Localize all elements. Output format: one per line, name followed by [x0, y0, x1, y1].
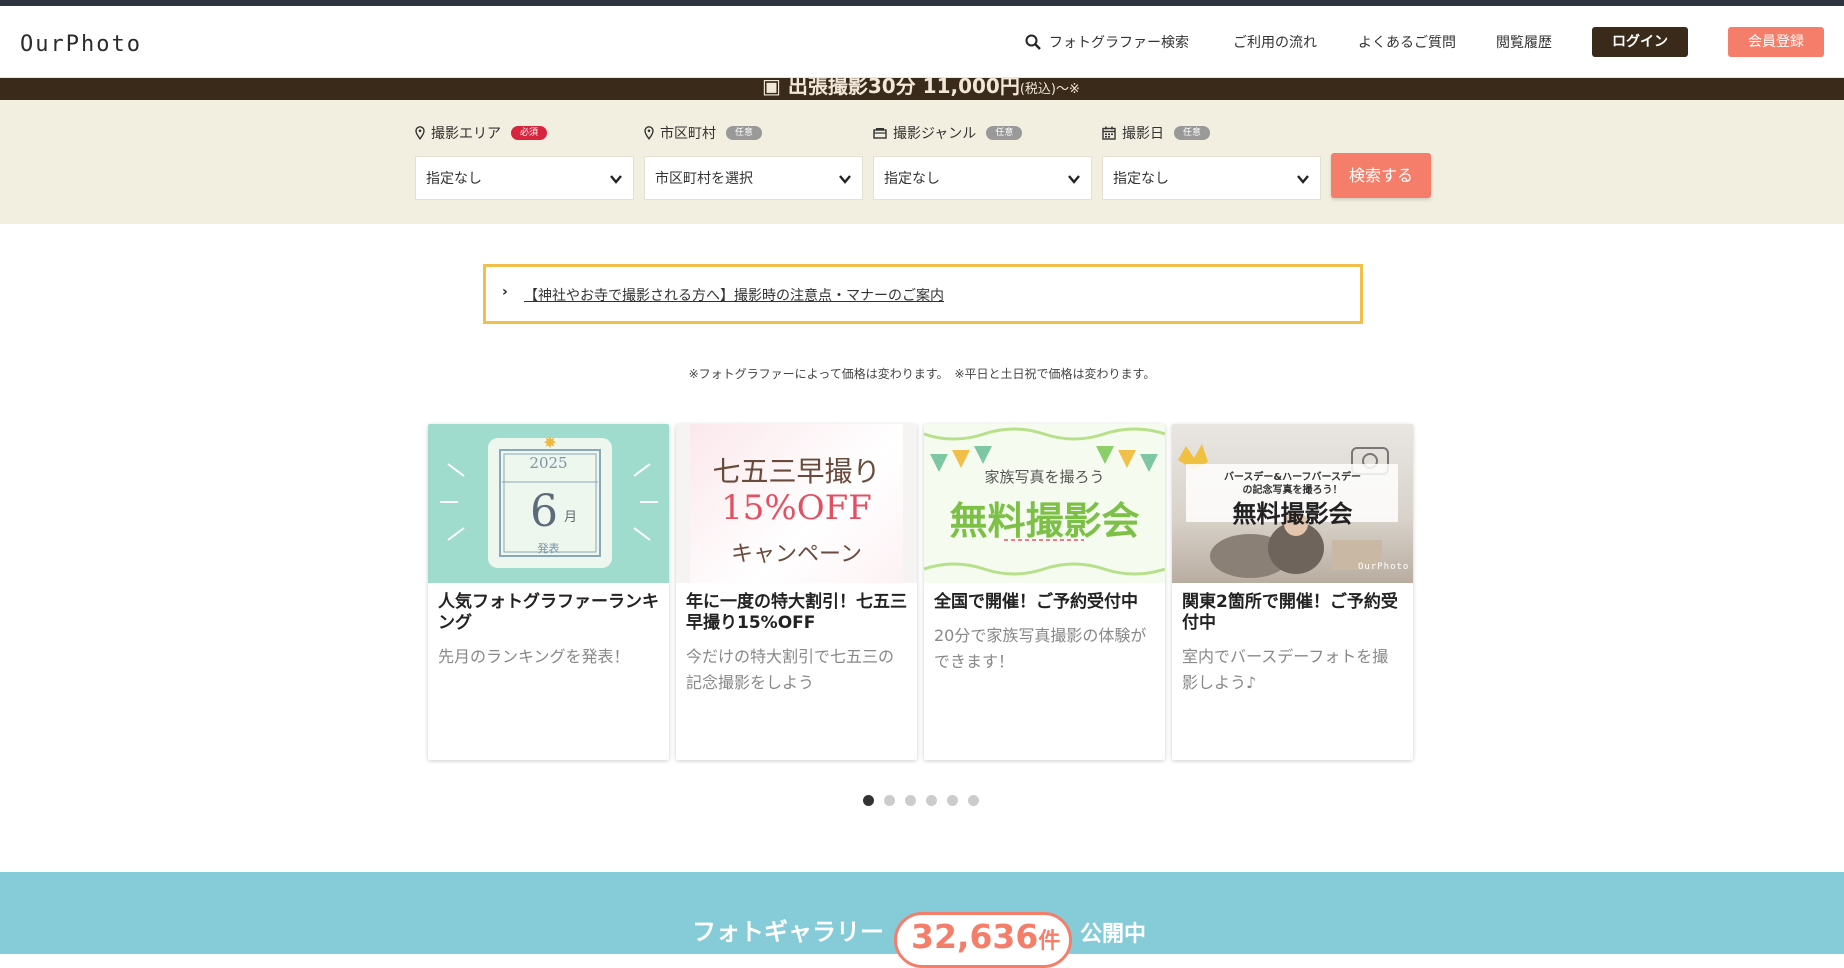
optional-badge: 任意: [1174, 126, 1211, 140]
date-select[interactable]: 指定なし: [1102, 156, 1321, 200]
nav-label: フォトグラファー検索: [1049, 35, 1189, 51]
optional-badge: 任意: [986, 126, 1023, 140]
chevron-down-icon: [1297, 175, 1309, 184]
city-select[interactable]: 市区町村を選択: [644, 156, 863, 200]
family-line1: 家族写真を撮ろう: [984, 468, 1105, 486]
gallery-label: フォトギャラリー: [692, 918, 884, 946]
pin-icon: [644, 126, 654, 140]
chevron-down-icon: [610, 175, 622, 184]
carousel-dot-4[interactable]: [926, 795, 937, 806]
area-select-value: 指定なし: [426, 171, 482, 187]
site-header: OurPhoto フォトグラファー検索 ご利用の流れ よくあるご質問 閲覧履歴 …: [0, 6, 1844, 78]
nav-faq[interactable]: よくあるご質問: [1358, 32, 1456, 52]
ranking-year: 2025: [529, 454, 568, 472]
carousel-dot-2[interactable]: [884, 795, 895, 806]
shichigosan-line1: 七五三早撮り: [712, 455, 881, 488]
gallery-count-number: 32,636: [911, 917, 1039, 956]
campaign-card[interactable]: 七五三早撮り 15%OFF キャンペーン 年に一度の特大割引！七五三早撮り15%…: [676, 424, 917, 760]
photo-gallery-banner: フォトギャラリー 32,636件 公開中: [0, 872, 1844, 968]
notice-box: › 【神社やお寺で撮影される方へ】撮影時の注意点・マナーのご案内: [483, 264, 1363, 324]
gallery-count-pill: 32,636件: [894, 912, 1072, 968]
promo-price: 出張撮影30分 11,000円: [787, 78, 1020, 98]
card-description: 室内でバースデーフォトを撮影しよう♪: [1182, 647, 1389, 692]
card-description: 今だけの特大割引で七五三の記念撮影をしよう: [686, 647, 895, 692]
card-title: 人気フォトグラファーランキング: [438, 592, 659, 633]
nav-photographer-search[interactable]: フォトグラファー検索: [1025, 32, 1189, 52]
area-label: 撮影エリア 必須: [415, 122, 634, 144]
card-description: 先月のランキングを発表！: [438, 647, 630, 666]
notice-link[interactable]: 【神社やお寺で撮影される方へ】撮影時の注意点・マナーのご案内: [524, 285, 944, 305]
date-select-value: 指定なし: [1113, 171, 1169, 187]
carousel-dot-6[interactable]: [968, 795, 979, 806]
promo-tax: (税込)〜※: [1019, 82, 1080, 97]
card-image-shichigosan: 七五三早撮り 15%OFF キャンペーン: [676, 424, 917, 583]
gallery-tail: 公開中: [1080, 922, 1147, 947]
genre-label-text: 撮影ジャンル: [893, 126, 977, 142]
chevron-down-icon: [839, 175, 851, 184]
carousel-dot-5[interactable]: [947, 795, 958, 806]
genre-label: 撮影ジャンル 任意: [873, 122, 1092, 144]
shichigosan-line2: 15%OFF: [721, 488, 872, 528]
ranking-month-unit: 月: [564, 510, 578, 525]
city-select-value: 市区町村を選択: [655, 171, 753, 187]
carousel-dot-3[interactable]: [905, 795, 916, 806]
pin-icon: [415, 126, 425, 140]
calendar-icon: [1102, 126, 1116, 140]
card-image-family: 家族写真を撮ろう 無料撮影会: [924, 424, 1165, 583]
area-label-text: 撮影エリア: [431, 126, 501, 142]
genre-select-value: 指定なし: [884, 171, 940, 187]
birthday-brand: OurPhoto: [1358, 562, 1410, 572]
promo-text: ▣ 出張撮影30分 11,000円(税込)〜※: [762, 78, 1080, 99]
area-select[interactable]: 指定なし: [415, 156, 634, 200]
date-label-text: 撮影日: [1122, 126, 1164, 142]
nav-history[interactable]: 閲覧履歴: [1496, 32, 1552, 52]
price-note: ※フォトグラファーによって価格は変わります。 ※平日と土日祝で価格は変わります。: [688, 367, 1156, 381]
shichigosan-line3: キャンペーン: [731, 542, 862, 567]
ranking-month: 6: [530, 486, 558, 537]
chevron-right-icon: ›: [502, 284, 508, 300]
city-field: 市区町村 任意 市区町村を選択: [644, 122, 863, 200]
gallery-count: 32,636件: [911, 917, 1060, 956]
card-image-ranking: ✸ 2025 6 月 発表: [428, 424, 669, 583]
nav-usage-flow[interactable]: ご利用の流れ: [1233, 32, 1317, 52]
genre-select[interactable]: 指定なし: [873, 156, 1092, 200]
ranking-caption: 発表: [537, 542, 560, 555]
date-label: 撮影日 任意: [1102, 122, 1321, 144]
card-title: 全国で開催！ご予約受付中: [934, 592, 1138, 612]
card-description: 20分で家族写真撮影の体験ができます！: [934, 626, 1147, 671]
chevron-down-icon: [1068, 175, 1080, 184]
birthday-line3: 無料撮影会: [1232, 500, 1353, 528]
card-title: 関東2箇所で開催！ご予約受付中: [1182, 592, 1398, 633]
family-line2: 無料撮影会: [949, 499, 1140, 543]
optional-badge: 任意: [726, 126, 763, 140]
search-panel: 撮影エリア 必須 指定なし 市区町村 任意 市区町村を選択 撮影ジャンル 任意 …: [0, 100, 1844, 224]
date-field: 撮影日 任意 指定なし: [1102, 122, 1321, 200]
campaign-card[interactable]: 家族写真を撮ろう 無料撮影会 全国で開催！ご予約受付中 20分で家族写真撮影の体…: [924, 424, 1165, 760]
svg-text:✸: ✸: [543, 433, 556, 452]
register-button[interactable]: 会員登録: [1728, 27, 1824, 57]
camera-icon: [873, 128, 887, 139]
carousel-pagination: [863, 795, 979, 806]
search-button[interactable]: 検索する: [1331, 153, 1431, 198]
card-title: 年に一度の特大割引！七五三早撮り15%OFF: [686, 592, 907, 633]
city-label: 市区町村 任意: [644, 122, 863, 144]
area-field: 撮影エリア 必須 指定なし: [415, 122, 634, 200]
carousel-dot-1[interactable]: [863, 795, 874, 806]
campaign-card[interactable]: バースデー&ハーフバースデー の記念写真を撮ろう！ 無料撮影会 OurPhoto…: [1172, 424, 1413, 760]
city-label-text: 市区町村: [660, 126, 716, 142]
genre-field: 撮影ジャンル 任意 指定なし: [873, 122, 1092, 200]
search-icon: [1025, 34, 1041, 50]
required-badge: 必須: [511, 126, 548, 140]
camera-icon: ▣: [762, 78, 781, 98]
login-button[interactable]: ログイン: [1592, 27, 1688, 57]
promo-bar: ▣ 出張撮影30分 11,000円(税込)〜※: [0, 78, 1844, 100]
campaign-card[interactable]: ✸ 2025 6 月 発表 人気フォトグラファーランキング 先月のランキングを発…: [428, 424, 669, 760]
gallery-count-unit: 件: [1038, 929, 1061, 954]
site-logo[interactable]: OurPhoto: [20, 32, 142, 57]
card-image-birthday: バースデー&ハーフバースデー の記念写真を撮ろう！ 無料撮影会 OurPhoto: [1172, 424, 1413, 583]
